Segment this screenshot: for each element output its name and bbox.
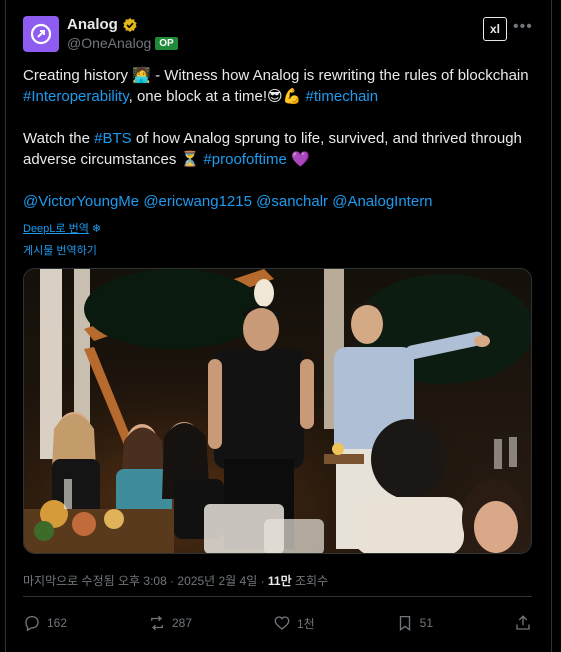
bookmark-button[interactable]: 51 xyxy=(396,614,433,632)
author-handle-row: @OneAnalog OP xyxy=(67,35,178,51)
photo-people-dinner xyxy=(24,269,531,553)
text-segment: - Witness how Analog is rewriting the ru… xyxy=(150,67,529,84)
mention-victoryoungme[interactable]: @VictorYoungMe xyxy=(23,193,139,210)
snowflake-icon: ❄ xyxy=(91,222,102,235)
bookmark-icon xyxy=(399,615,410,632)
share-button[interactable] xyxy=(514,614,532,632)
text-segment: Watch the xyxy=(23,130,95,147)
more-options-icon[interactable]: ••• xyxy=(513,18,533,36)
edited-timestamp[interactable]: 마지막으로 수정됨 오후 3:08 · 2025년 2월 4일 · xyxy=(23,574,268,588)
repost-icon xyxy=(151,615,163,631)
repost-count: 287 xyxy=(171,616,193,630)
hourglass-emoji-icon: ⏳ xyxy=(180,151,200,168)
text-segment: , one block at a time! xyxy=(128,88,268,105)
translate-post-link[interactable]: 게시물 번역하기 xyxy=(23,242,97,258)
tweet-text: Creating history 🧑‍💻 - Witness how Analo… xyxy=(23,65,533,233)
hashtag-interoperability[interactable]: #Interoperability xyxy=(23,88,129,105)
like-button[interactable]: 1천 xyxy=(273,614,315,632)
mention-ericwang1215[interactable]: @ericwang1215 xyxy=(143,193,252,210)
sunglasses-muscle-emoji-icon: 😎💪 xyxy=(267,88,302,105)
purple-heart-emoji-icon: 💜 xyxy=(290,151,310,168)
brand-logo-icon[interactable]: xl xyxy=(483,17,507,41)
mention-analogintern[interactable]: @AnalogIntern xyxy=(332,193,432,210)
tweet-mentions: @VictorYoungMe @ericwang1215 @sanchalr @… xyxy=(23,191,533,212)
author-display-name[interactable]: Analog xyxy=(67,16,118,33)
deepl-translate-link[interactable]: DeepL로 번역 ❄ xyxy=(23,220,101,236)
reply-count: 162 xyxy=(47,616,68,630)
share-icon xyxy=(516,615,530,630)
view-count: 11만 xyxy=(267,574,292,588)
bookmark-count: 51 xyxy=(419,616,433,630)
action-bar: 162 287 1천 51 xyxy=(23,614,532,632)
tweet-paragraph-1: Creating history 🧑‍💻 - Witness how Analo… xyxy=(23,65,533,107)
analog-logo-icon xyxy=(30,23,52,45)
author-name-row[interactable]: Analog xyxy=(67,16,138,33)
like-count: 1천 xyxy=(296,616,315,631)
deepl-translate-label[interactable]: DeepL로 번역 xyxy=(23,220,89,236)
tweet-meta: 마지막으로 수정됨 오후 3:08 · 2025년 2월 4일 · 11만 조회… xyxy=(23,572,328,589)
text-segment: Creating history xyxy=(23,67,133,84)
repost-button[interactable]: 287 xyxy=(148,614,192,632)
divider xyxy=(23,596,532,597)
author-handle[interactable]: @OneAnalog xyxy=(67,35,151,51)
hashtag-bts[interactable]: #BTS xyxy=(94,130,132,147)
view-count-label: 조회수 xyxy=(291,574,329,588)
reply-button[interactable]: 162 xyxy=(23,614,67,632)
verified-badge-icon xyxy=(123,17,137,32)
tweet-paragraph-2: Watch the #BTS of how Analog sprung to l… xyxy=(23,128,533,170)
reply-icon xyxy=(25,615,39,632)
mention-sanchalr[interactable]: @sanchalr xyxy=(256,193,328,210)
technologist-emoji-icon: 🧑‍💻 xyxy=(132,67,151,84)
avatar[interactable] xyxy=(23,16,59,52)
hashtag-proofoftime[interactable]: #proofoftime xyxy=(203,151,286,168)
tweet-photo[interactable] xyxy=(23,268,532,554)
op-badge: OP xyxy=(155,36,178,50)
heart-icon xyxy=(274,616,290,630)
hashtag-timechain[interactable]: #timechain xyxy=(306,88,379,105)
